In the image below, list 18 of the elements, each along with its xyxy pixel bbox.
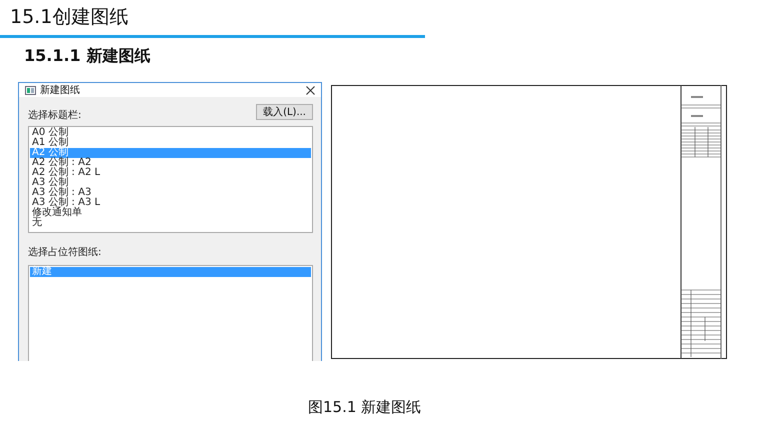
section-heading: 15.1创建图纸 [9, 5, 130, 30]
figure-caption: 图15.1 新建图纸 [308, 398, 422, 417]
list-item[interactable]: A2 公制 : A2 [30, 158, 311, 168]
list-item[interactable]: A3 公制 [30, 178, 311, 188]
window-title: 新建图纸 [40, 84, 81, 97]
subsection-heading: 15.1.1 新建图纸 [23, 45, 152, 67]
close-icon[interactable] [306, 86, 315, 94]
list-item[interactable]: 无 [30, 218, 311, 228]
list-item[interactable]: 修改通知单 [30, 208, 311, 218]
list-item[interactable]: A0 公制 [30, 128, 311, 138]
title-block-label: 选择标题栏: [28, 108, 82, 122]
list-item[interactable]: A1 公制 [30, 138, 311, 148]
app-icon [25, 86, 36, 94]
load-button[interactable]: 载入(L)... [256, 104, 313, 120]
list-item[interactable]: A3 公制 : A3 L [30, 198, 311, 208]
list-item[interactable]: A2 公制 : A2 L [30, 168, 311, 178]
list-item[interactable]: A3 公制 : A3 [30, 188, 311, 198]
placeholder-sheet-label: 选择占位符图纸: [28, 246, 102, 260]
